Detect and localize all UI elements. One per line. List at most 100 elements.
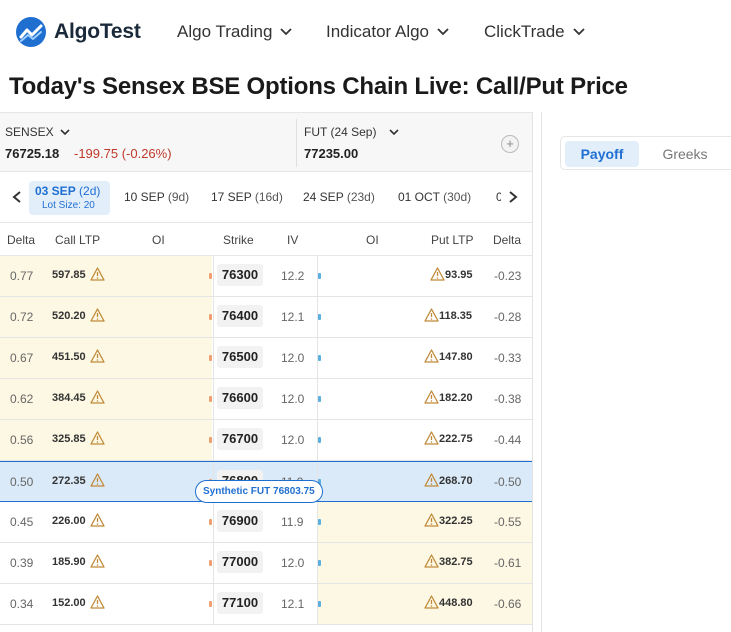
strike-price[interactable]: 76900 [217,510,263,532]
warning-icon [424,554,439,568]
nav-clicktrade[interactable]: ClickTrade [484,22,586,42]
put-oi-bar [318,437,321,443]
warning-icon [424,308,439,322]
expiry-active-label: 03 SEP (2d) [35,184,100,198]
call-ltp[interactable]: 384.45 [52,392,86,404]
put-ltp[interactable]: 93.95 [445,269,473,281]
fut-name: FUT (24 Sep) [304,125,377,139]
put-ltp[interactable]: 182.20 [439,392,473,404]
col-put-delta: Delta [493,233,522,247]
expiry-10-sep[interactable]: 10 SEP (9d) [124,190,189,204]
chevron-down-icon [572,28,585,36]
expiry-01-oct[interactable]: 01 OCT (30d) [398,190,471,204]
expiry-next-partial[interactable]: 0 [496,190,501,204]
table-row[interactable]: 0.67 451.50 76500 12.0 147.80 -0.33 [0,338,532,379]
call-oi-bar [209,437,212,443]
strike-price[interactable]: 77000 [217,551,263,573]
expiry-days: (23d) [346,190,375,204]
call-ltp[interactable]: 152.00 [52,597,86,609]
call-oi-bar [209,519,212,525]
chevron-left-icon[interactable] [9,189,25,205]
call-oi-bar [209,273,212,279]
warning-icon [90,473,105,487]
symbol-select-sensex[interactable]: SENSEX [5,125,71,139]
put-ltp[interactable]: 222.75 [439,433,473,445]
table-row[interactable]: 0.62 384.45 76600 12.0 182.20 -0.38 [0,379,532,420]
call-ltp[interactable]: 272.35 [52,475,86,487]
call-oi-bar [209,355,212,361]
symbol-select-fut[interactable]: FUT (24 Sep) [304,125,400,139]
table-row[interactable]: 0.77 597.85 76300 12.2 93.95 -0.23 [0,256,532,297]
nav-algo-trading[interactable]: Algo Trading [177,22,293,42]
table-row[interactable]: 0.56 325.85 76700 12.0 222.75 -0.44 [0,420,532,461]
col-put-oi: OI [366,233,379,247]
expiry-active-date: 03 SEP [35,184,76,198]
call-ltp[interactable]: 597.85 [52,269,86,281]
put-ltp[interactable]: 147.80 [439,351,473,363]
col-call-oi: OI [152,233,165,247]
warning-icon [90,349,105,363]
option-chain-panel: SENSEX 76725.18 -199.75 (-0.26%) FUT (24… [0,112,533,632]
expiry-date: 24 SEP [303,190,344,204]
call-ltp[interactable]: 451.50 [52,351,86,363]
call-ltp[interactable]: 325.85 [52,433,86,445]
chevron-right-icon[interactable] [505,189,521,205]
chevron-down-icon [437,28,449,36]
call-delta: 0.62 [10,392,34,406]
put-oi-bar [318,601,321,607]
put-ltp[interactable]: 268.70 [439,475,473,487]
table-row[interactable]: 0.34 152.00 77100 12.1 448.80 -0.66 [0,584,532,625]
tab-greeks[interactable]: Greeks [655,141,715,167]
expiry-days: (30d) [443,190,472,204]
warning-icon [90,554,105,568]
call-delta: 0.45 [10,515,34,529]
table-row[interactable]: 0.72 520.20 76400 12.1 118.35 -0.28 [0,297,532,338]
tab-payoff[interactable]: Payoff [565,141,639,167]
nav-indicator-algo[interactable]: Indicator Algo [326,22,450,42]
table-row[interactable]: 0.45 226.00 76900 11.9 322.25 -0.55 [0,502,532,543]
payoff-tabs: Payoff Greeks [560,136,731,170]
put-ltp[interactable]: 322.25 [439,515,473,527]
iv-value: 11.9 [281,515,304,529]
col-put-ltp: Put LTP [431,233,474,247]
call-ltp[interactable]: 185.90 [52,556,86,568]
put-delta: -0.66 [494,597,522,611]
put-delta: -0.38 [494,392,522,406]
put-delta: -0.61 [494,556,522,570]
put-ltp[interactable]: 118.35 [439,310,472,322]
call-oi-bar [209,601,212,607]
put-oi-bar [318,314,321,320]
algotest-logo-icon [16,17,46,47]
put-delta: -0.33 [494,351,522,365]
put-ltp[interactable]: 382.75 [439,556,473,568]
expiry-date: 10 SEP [124,190,165,204]
strike-price[interactable]: 76300 [217,264,263,286]
expiry-17-sep[interactable]: 17 SEP (16d) [211,190,283,204]
fut-price: 77235.00 [304,146,359,161]
column-header-row: Delta Call LTP OI Strike IV OI Put LTP D… [0,224,532,256]
page-title: Today's Sensex BSE Options Chain Live: C… [9,73,628,100]
expiry-active-days: (2d) [79,184,101,198]
call-ltp[interactable]: 226.00 [52,515,86,527]
strike-price[interactable]: 77100 [217,592,263,614]
table-row[interactable]: 0.39 185.90 77000 12.0 382.75 -0.61 [0,543,532,584]
put-oi-bar [318,396,321,402]
expiry-03-sep[interactable]: 03 SEP (2d) Lot Size: 20 [29,181,110,215]
top-nav: AlgoTest Algo Trading Indicator Algo Cli… [0,0,731,64]
strike-price[interactable]: 76600 [217,387,263,409]
put-ltp[interactable]: 448.80 [439,597,473,609]
add-symbol-button[interactable]: + [501,135,519,153]
logo[interactable]: AlgoTest [16,17,141,47]
iv-value: 12.0 [281,392,305,406]
strike-price[interactable]: 76700 [217,428,263,450]
expiry-date: 0 [496,190,501,204]
spot-price: 76725.18 [5,146,60,161]
call-ltp[interactable]: 520.20 [52,310,86,322]
put-delta: -0.50 [494,475,522,489]
iv-value: 12.0 [281,433,305,447]
symbol-name: SENSEX [5,125,54,139]
strike-price[interactable]: 76400 [217,305,263,327]
strike-price[interactable]: 76500 [217,346,263,368]
expiry-24-sep[interactable]: 24 SEP (23d) [303,190,375,204]
warning-icon [430,267,445,281]
